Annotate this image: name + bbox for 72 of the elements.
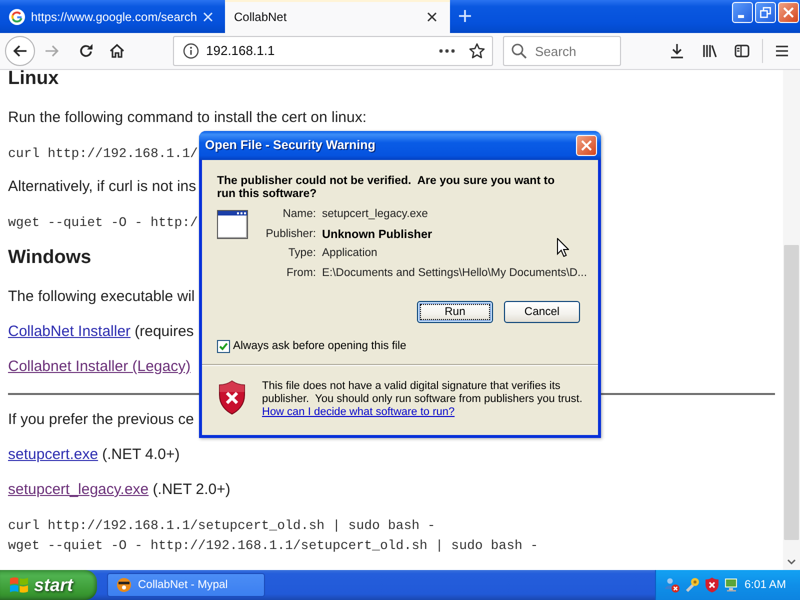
link[interactable]: setupcert.exe xyxy=(8,446,98,464)
code-line: curl http://192.168.1.1/setupcert_old.sh | sudo bash - xyxy=(8,517,436,535)
cursor-icon xyxy=(557,238,569,257)
dots-icon[interactable] xyxy=(439,49,455,53)
field-value: Application xyxy=(322,247,378,260)
program-window-icon xyxy=(217,210,248,239)
logo-icon xyxy=(9,576,29,594)
field-value: Unknown Publisher xyxy=(322,228,432,241)
sidebar-icon[interactable] xyxy=(734,43,750,59)
library-icon[interactable] xyxy=(702,43,718,59)
section-heading: Windows xyxy=(8,247,92,269)
field-label: Name: xyxy=(282,208,316,222)
close-icon xyxy=(581,140,592,151)
menu-icon[interactable] xyxy=(774,43,790,59)
shield-icon xyxy=(218,380,246,415)
field-label: Publisher: xyxy=(266,228,316,241)
link-note: (.NET 2.0+) xyxy=(152,481,230,499)
scroll-down-icon[interactable] xyxy=(787,559,796,565)
dialog-button[interactable]: Cancel xyxy=(504,301,580,323)
link[interactable]: setupcert_legacy.exe xyxy=(8,481,149,499)
code-line: wget --quiet -O - http:/ xyxy=(8,214,198,232)
paragraph: Run the following command to install the cert on linux: xyxy=(8,109,367,127)
shield-icon[interactable] xyxy=(704,577,720,593)
dialog-button[interactable]: Run xyxy=(417,301,493,323)
info-icon[interactable] xyxy=(183,43,199,59)
code-line: curl http://192.168.1.1/ xyxy=(8,145,198,163)
paragraph: Alternatively, if curl is not ins xyxy=(8,178,196,196)
restore-button[interactable] xyxy=(755,2,776,23)
field-label: From: xyxy=(286,266,316,280)
link-note: (.NET 4.0+) xyxy=(102,446,180,464)
link[interactable]: Collabnet Installer (Legacy) xyxy=(8,358,191,376)
minimize-button[interactable] xyxy=(732,2,753,23)
close-icon[interactable] xyxy=(427,12,437,22)
download-icon[interactable] xyxy=(669,43,685,59)
warning-text: This file does not have a valid digital signature that verifies its publisher. You should only run software from publishers you trust. xyxy=(262,380,584,406)
field-label: Type: xyxy=(288,247,316,260)
field-value: setupcert_legacy.exe xyxy=(322,208,428,222)
link-note: (requires xyxy=(134,323,194,341)
field-value: E:\Documents and Settings\Hello\My Documents\D... xyxy=(322,266,587,280)
link[interactable]: CollabNet Installer xyxy=(8,323,131,341)
close-button[interactable] xyxy=(778,2,799,23)
dialog-title: Open File - Security Warning xyxy=(205,137,376,154)
circular-arrow-icon[interactable] xyxy=(78,43,94,59)
browser-tab[interactable]: CollabNet xyxy=(225,0,450,33)
monitor-icon[interactable] xyxy=(724,577,740,593)
minimize-icon xyxy=(738,15,744,18)
arrow-left-icon xyxy=(12,43,28,59)
paragraph: The following executable wil xyxy=(8,288,195,306)
address-field[interactable]: 192.168.1.1 xyxy=(173,36,493,66)
plus-icon[interactable] xyxy=(458,9,472,23)
scrollbar[interactable] xyxy=(783,70,800,570)
star-icon[interactable] xyxy=(469,43,485,59)
user-error-icon[interactable] xyxy=(664,577,680,593)
close-icon xyxy=(783,7,794,18)
house-icon[interactable] xyxy=(109,43,125,59)
section-heading: Linux xyxy=(8,70,59,90)
clock: 6:01 AM xyxy=(744,578,786,593)
help-link[interactable]: How can I decide what software to run? xyxy=(262,406,455,419)
search-icon xyxy=(511,43,527,59)
close-button[interactable] xyxy=(576,135,597,156)
search-field[interactable]: Search xyxy=(503,36,621,66)
restore-icon xyxy=(760,7,771,18)
taskbar-button[interactable]: CollabNet - Mypal xyxy=(107,573,265,597)
scrollbar-thumb[interactable] xyxy=(784,245,799,540)
warning-message: The publisher could not be verified. Are you sure you want to run this software? xyxy=(217,175,556,201)
back-button[interactable] xyxy=(5,36,35,66)
app-icon xyxy=(116,577,132,593)
code-line: wget --quiet -O - http://192.168.1.1/setupcert_old.sh | sudo bash - xyxy=(8,537,538,555)
paragraph: If you prefer the previous ce xyxy=(8,411,194,429)
checkbox[interactable] xyxy=(217,340,230,353)
browser-tab[interactable]: https://www.google.com/search xyxy=(0,0,225,33)
checkbox-label: Always ask before opening this file xyxy=(233,339,406,354)
